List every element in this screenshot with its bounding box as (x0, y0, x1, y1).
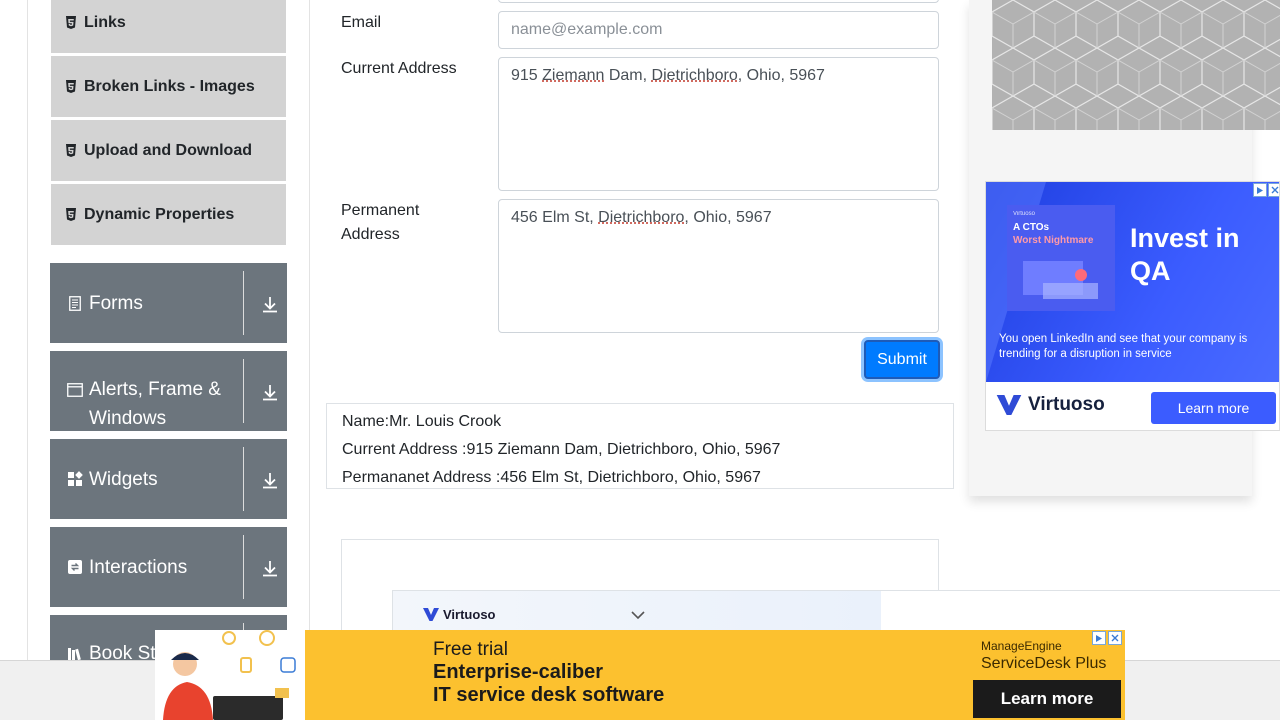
banner-line: IT service desk software (433, 684, 665, 706)
spellcheck-word: Dietrichboro (598, 209, 685, 226)
virtuoso-logo-icon (423, 608, 439, 621)
group-label: Widgets (89, 468, 158, 490)
page: Links Broken Links - Images Upload and D… (0, 0, 1280, 720)
download-icon[interactable] (261, 294, 279, 314)
current-address-text: Dam, (604, 67, 652, 84)
side-ad[interactable]: Virtuoso A CTOs Worst Nightmare Invest in… (985, 181, 1280, 431)
download-icon[interactable] (261, 382, 279, 402)
permanent-address-text: , Ohio, 5967 (684, 209, 772, 226)
card-title-line: A CTOs (1013, 222, 1050, 233)
sidebar-item-broken-links[interactable]: Broken Links - Images (51, 56, 286, 118)
group-label: Interactions (89, 556, 188, 578)
group-label: Forms (89, 292, 143, 314)
ad-headline: Invest in QA (1130, 222, 1240, 288)
headline-line: Invest in (1130, 223, 1240, 253)
html5-icon (65, 207, 77, 222)
divider (243, 271, 244, 335)
close-icon[interactable] (1108, 631, 1122, 645)
sidebar-item-label: Links (84, 13, 126, 31)
sidebar-group-widgets[interactable]: Widgets (50, 439, 287, 519)
divider (243, 447, 244, 511)
spellcheck-word: Dietrichboro (651, 67, 738, 84)
ad-hero: Virtuoso A CTOs Worst Nightmare Invest in… (986, 182, 1279, 382)
learn-more-button[interactable]: Learn more (973, 680, 1121, 718)
spellcheck-word: Ziemann (542, 67, 605, 84)
virtuoso-logo-icon (996, 395, 1022, 415)
output-name: Name:Mr. Louis Crook (342, 413, 502, 430)
output-current-address: Current Address :915 Ziemann Dam, Dietri… (342, 441, 781, 458)
output-permanent-address: Permananet Address :456 Elm St, Dietrich… (342, 469, 761, 486)
hex-pattern-graphic (992, 0, 1280, 130)
html5-icon (65, 79, 77, 94)
sidebar-group-forms[interactable]: Forms (50, 263, 287, 343)
sidebar-group-alerts[interactable]: Alerts, Frame & Windows (50, 351, 287, 431)
current-address-text: , Ohio, 5967 (737, 67, 825, 84)
banner-line: Enterprise-caliber (433, 661, 604, 683)
learn-more-button[interactable]: Learn more (1151, 392, 1276, 424)
card-brand: Virtuoso (1013, 211, 1035, 217)
divider (243, 535, 244, 599)
email-field[interactable] (498, 11, 939, 49)
download-icon[interactable] (261, 470, 279, 490)
current-address-label: Current Address (341, 60, 457, 77)
banner-illustration (155, 630, 305, 720)
window-icon (67, 382, 83, 398)
email-label: Email (341, 14, 382, 31)
widgets-icon (67, 471, 83, 487)
product-line: ServiceDesk Plus (981, 655, 1107, 672)
product-brand: ManageEngine ServiceDesk Plus (981, 639, 1106, 673)
ad-brand-text: Virtuoso (1028, 394, 1105, 415)
card-illustration (1023, 261, 1098, 299)
headline-line: QA (1130, 256, 1171, 286)
hex-pattern-ad (992, 0, 1280, 130)
permanent-address-text: 456 Elm St, (511, 209, 599, 226)
output-panel: Name:Mr. Louis Crook Current Address :91… (326, 403, 954, 489)
sidebar-item-label: Dynamic Properties (84, 205, 235, 223)
submit-button[interactable]: Submit (864, 340, 940, 379)
ad-brand-text: Virtuoso (443, 607, 496, 622)
card-title-line: Worst Nightmare (1013, 235, 1094, 246)
html5-icon (65, 15, 77, 30)
label-line: Permanent (341, 202, 420, 219)
download-icon[interactable] (261, 558, 279, 578)
current-address-field[interactable]: 915 Ziemann Dam, Dietrichboro, Ohio, 596… (498, 57, 939, 191)
divider (243, 359, 244, 423)
permanent-address-field[interactable]: 456 Elm St, Dietrichboro, Ohio, 5967 (498, 199, 939, 333)
chevron-down-icon (631, 611, 645, 620)
label-line: Address (341, 226, 400, 243)
sidebar-item-dynamic-properties[interactable]: Dynamic Properties (51, 184, 286, 246)
close-icon[interactable] (1268, 183, 1279, 197)
previous-field-edge (498, 0, 939, 3)
sidebar-item-label: Upload and Download (84, 141, 252, 159)
ad-subtext: You open LinkedIn and see that your comp… (999, 333, 1248, 360)
sidebar-group-interactions[interactable]: Interactions (50, 527, 287, 607)
product-line: ManageEngine (981, 639, 1062, 653)
sidebar-item-label: Broken Links - Images (84, 77, 255, 95)
inline-ad[interactable]: Virtuoso (392, 590, 1280, 635)
group-label: Alerts, Frame & Windows (89, 379, 221, 429)
sidebar-item-upload-download[interactable]: Upload and Download (51, 120, 286, 182)
left-gutter (0, 0, 28, 720)
bottom-banner-ad[interactable]: Free trial Enterprise-caliber IT service… (155, 630, 1125, 720)
interactions-icon (67, 559, 83, 575)
ad-brand: Virtuoso (996, 394, 1105, 416)
sidebar-item-links[interactable]: Links (51, 0, 286, 54)
permanent-address-label: Permanent Address (341, 199, 419, 247)
ad-footer: Virtuoso Learn more (986, 382, 1279, 430)
adchoices-icon[interactable] (1253, 183, 1267, 197)
banner-text: Free trial Enterprise-caliber IT service… (433, 638, 664, 707)
html5-icon (65, 143, 77, 158)
current-address-text: 915 (511, 67, 543, 84)
sidebar-divider (309, 0, 310, 720)
card-title: A CTOs Worst Nightmare (1013, 221, 1109, 247)
ad-brand: Virtuoso (423, 607, 496, 622)
ad-card: Virtuoso A CTOs Worst Nightmare (1007, 205, 1115, 311)
adchoices-icon[interactable] (1092, 631, 1106, 645)
person-laptop-illustration (155, 630, 305, 720)
form-icon (67, 295, 83, 311)
banner-line: Free trial (433, 639, 508, 660)
